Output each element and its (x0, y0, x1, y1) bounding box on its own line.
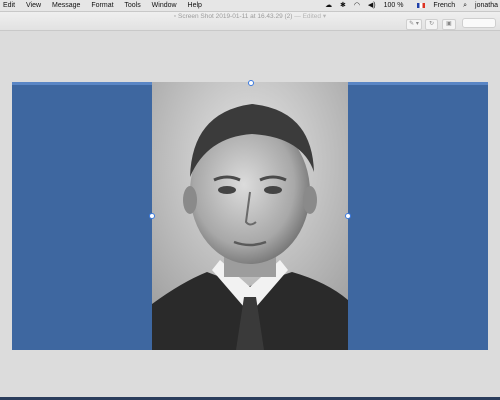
left-blue-panel (12, 82, 152, 350)
window-titlebar: ▫ Screen Shot 2019-01-11 at 16.43.29 (2)… (0, 12, 500, 31)
cloud-icon[interactable]: ☁ (325, 2, 332, 9)
document-icon: ▫ (173, 13, 177, 20)
selection-handle-left[interactable] (149, 213, 155, 219)
left-panel-top-strip (12, 82, 152, 85)
battery-percent[interactable]: 100 % (384, 2, 404, 9)
selection-handle-right[interactable] (345, 213, 351, 219)
search-input[interactable] (462, 18, 496, 28)
menu-help[interactable]: Help (188, 2, 202, 9)
edited-text: Edited (302, 13, 322, 20)
rotate-icon: ↻ (428, 21, 435, 27)
pen-icon: ✎ ▾ (409, 21, 419, 27)
french-flag-icon (417, 2, 426, 8)
portrait-image (152, 82, 348, 350)
menu-tools[interactable]: Tools (124, 2, 140, 9)
right-panel-top-strip (348, 82, 488, 85)
user-name[interactable]: jonatha (475, 2, 498, 9)
rotate-button[interactable]: ↻ (425, 19, 438, 30)
input-source-label: French (433, 2, 456, 9)
share-button[interactable]: ▣ (442, 19, 456, 30)
markup-pen-button[interactable]: ✎ ▾ (406, 19, 422, 30)
right-blue-panel (348, 82, 488, 350)
menu-format[interactable]: Format (91, 2, 113, 9)
volume-icon[interactable]: ◀) (368, 2, 376, 9)
window-title-text: Screen Shot 2019-01-11 at 16.43.29 (2) (178, 13, 293, 20)
input-source-menu[interactable]: French (411, 2, 455, 9)
menu-window[interactable]: Window (152, 2, 177, 9)
menu-items: Edit View Message Format Tools Window He… (3, 0, 211, 11)
portrait-photo[interactable] (152, 82, 348, 350)
edited-label: — Edited ▾ (294, 13, 327, 20)
search-icon[interactable]: ⌕ (463, 2, 467, 9)
menu-message[interactable]: Message (52, 2, 80, 9)
wifi-icon[interactable]: ◠ (354, 2, 360, 9)
menu-edit[interactable]: Edit (3, 2, 15, 9)
briefcase-icon: ▣ (446, 21, 452, 27)
menu-bar: Edit View Message Format Tools Window He… (0, 0, 500, 12)
bluetooth-icon[interactable]: ✱ (340, 2, 346, 9)
selection-handle-top[interactable] (248, 80, 254, 86)
menu-view[interactable]: View (26, 2, 41, 9)
status-items: ☁ ✱ ◠ ◀) 100 % French ⌕ jonatha (319, 0, 498, 11)
